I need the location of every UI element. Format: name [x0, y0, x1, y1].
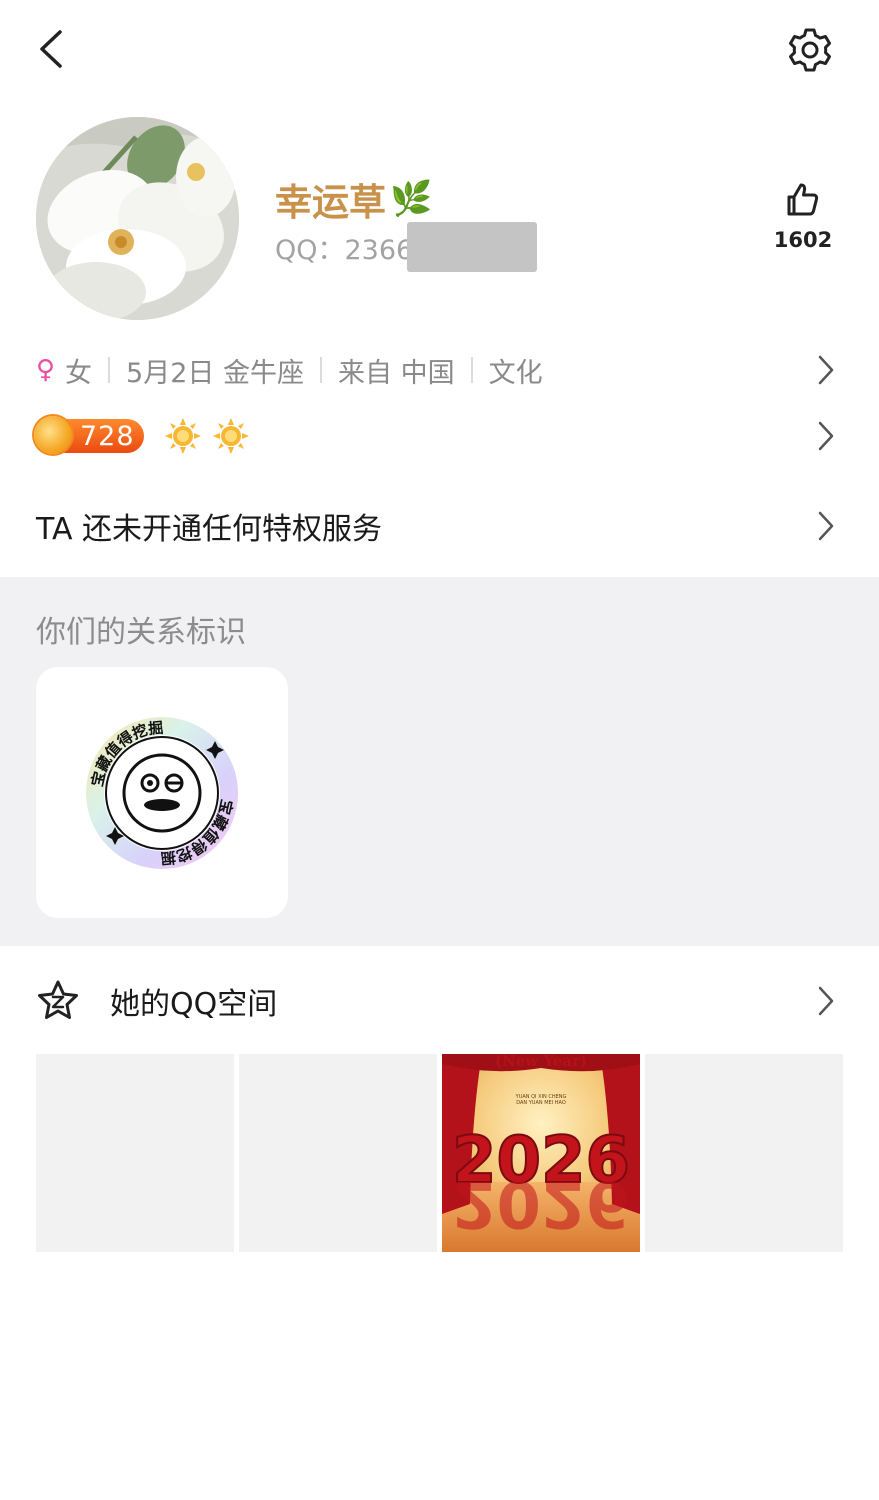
coin-icon [34, 416, 72, 454]
chevron-right-icon [818, 355, 834, 385]
privilege-text: TA 还未开通任何特权服务 [36, 512, 383, 547]
qzone-photo[interactable] [239, 1054, 437, 1252]
gender: 女 [65, 357, 93, 389]
poster-title: (New Year) [495, 1054, 587, 1070]
qq-number-redaction [407, 222, 537, 272]
like-count: 1602 [773, 228, 833, 252]
chevron-right-icon [818, 986, 834, 1016]
sun-icon [213, 418, 249, 454]
settings-button[interactable] [784, 24, 836, 76]
level-badge: 728 [34, 416, 144, 454]
chevron-right-icon [818, 511, 834, 541]
qzone-photo-new-year[interactable]: (New Year) YUAN QI XIN CHENG DAN YUAN ME… [442, 1054, 640, 1252]
like-button[interactable]: 1602 [770, 180, 836, 252]
sun-icon [165, 418, 201, 454]
relation-badge-card[interactable]: 宝藏值得挖掘 宝藏值得挖掘 [36, 667, 288, 918]
chevron-left-icon [40, 30, 62, 68]
qzone-photo[interactable] [36, 1054, 234, 1252]
divider [108, 357, 111, 383]
relation-title: 你们的关系标识 [36, 615, 246, 650]
birthday: 5月2日 金牛座 [126, 357, 304, 389]
avatar[interactable] [36, 117, 239, 320]
back-button[interactable] [30, 24, 74, 74]
qq-number: QQ：2366 [275, 235, 414, 266]
privilege-row[interactable]: TA 还未开通任何特权服务 [36, 502, 844, 550]
flower-avatar-image [36, 117, 239, 320]
nickname: 幸运草 🌿 [275, 172, 432, 226]
gender-symbol: ♀ [36, 355, 56, 385]
qzone-star-icon [38, 980, 78, 1019]
treasure-badge-icon: 宝藏值得挖掘 宝藏值得挖掘 [86, 717, 238, 869]
profile-info-row[interactable]: ♀ 女 5月2日 金牛座 来自 中国 文化 [36, 348, 844, 392]
qzone-row[interactable]: 她的QQ空间 [36, 976, 844, 1026]
nickname-text: 幸运草 [275, 181, 386, 224]
gear-icon [789, 28, 831, 72]
divider [320, 357, 322, 383]
new-year-poster-image: (New Year) YUAN QI XIN CHENG DAN YUAN ME… [442, 1054, 640, 1252]
poster-subtitle-2: DAN YUAN MEI HAO [516, 1100, 566, 1106]
divider [470, 357, 473, 383]
chevron-right-icon [818, 421, 834, 451]
qzone-photo[interactable] [645, 1054, 843, 1252]
level-badge-row[interactable]: 728 [34, 414, 844, 458]
thumbs-up-icon [787, 183, 819, 216]
qzone-label: 她的QQ空间 [110, 987, 278, 1022]
level-value: 728 [80, 420, 135, 452]
leaf-emoji: 🌿 [390, 179, 433, 219]
poster-year-reflection: 2026 [452, 1166, 630, 1240]
industry: 文化 [488, 357, 543, 389]
location: 来自 中国 [338, 357, 455, 389]
